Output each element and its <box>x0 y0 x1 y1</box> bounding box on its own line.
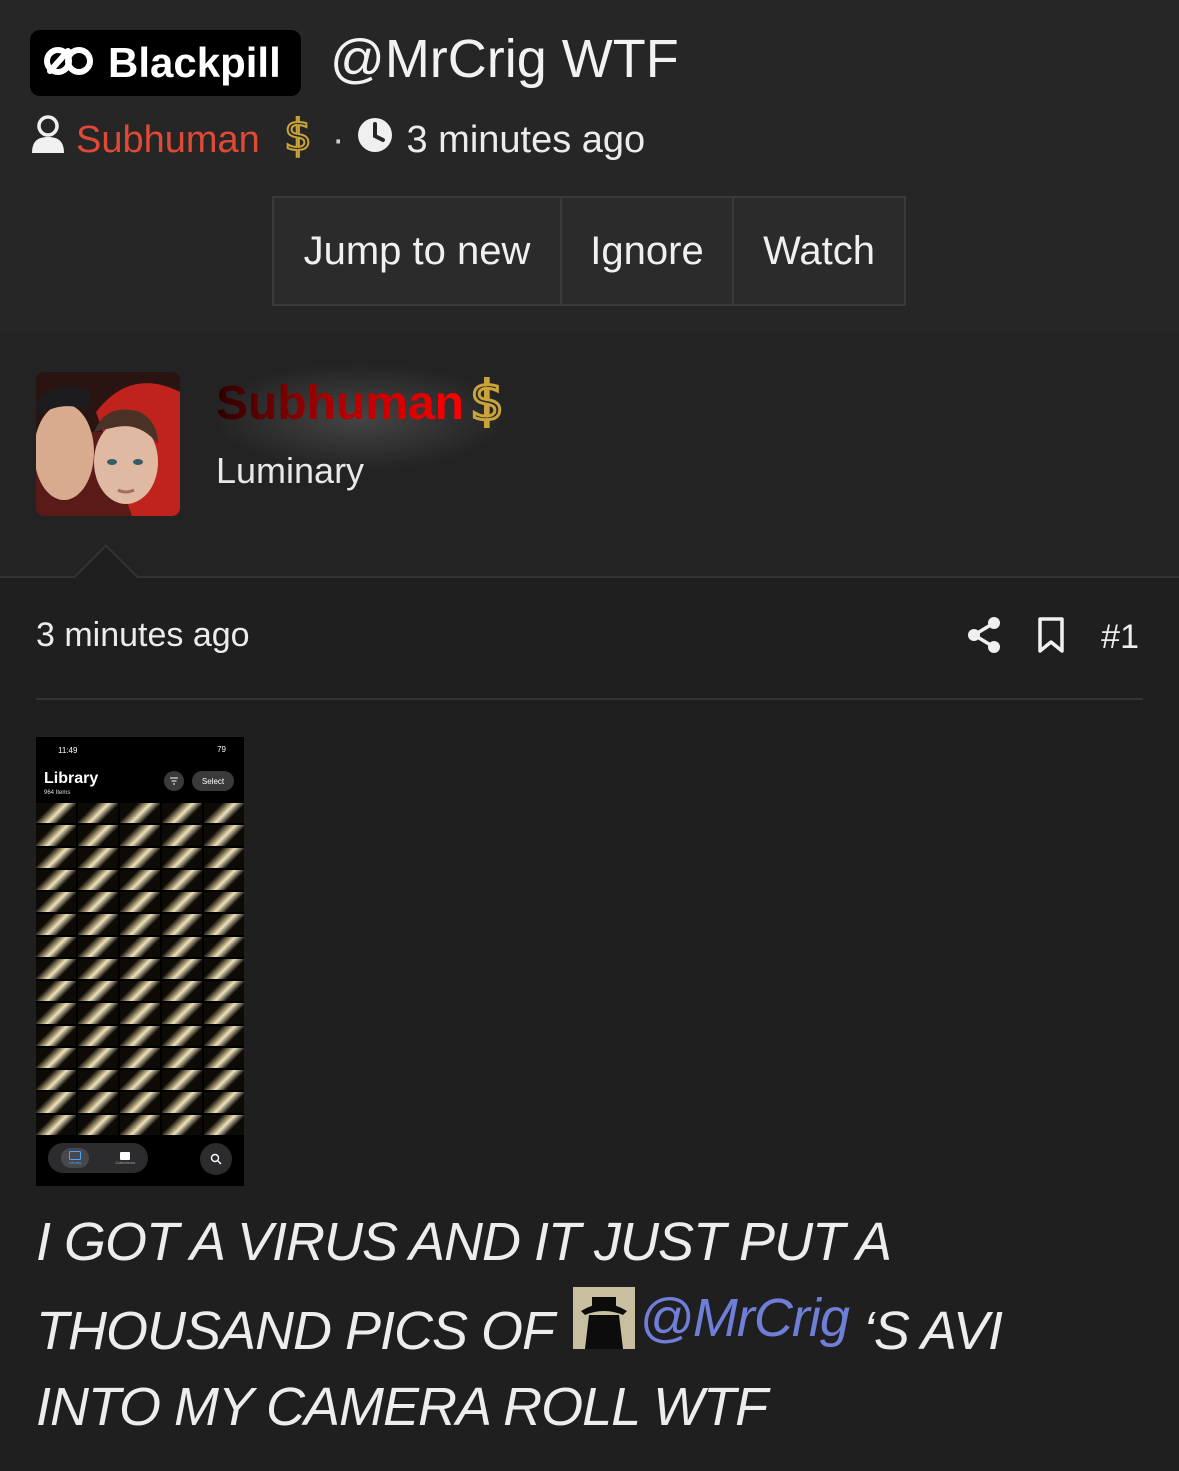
thread-header: Blackpill @MrCrig WTF Subhuman $ · 3 min… <box>0 0 1179 332</box>
dollar-icon: $ <box>466 369 508 435</box>
author-rank: Luminary <box>216 450 365 491</box>
ignore-button[interactable]: Ignore <box>562 198 734 304</box>
post-number[interactable]: #1 <box>1101 618 1139 657</box>
post-time[interactable]: 3 minutes ago <box>36 616 250 655</box>
mention-avatar <box>573 1287 636 1349</box>
mention-link[interactable]: @MrCrig <box>639 1280 850 1356</box>
screenshot-title: Library <box>44 770 99 787</box>
post-pointer-fill <box>74 547 138 579</box>
meta-separator: · <box>331 118 345 161</box>
share-icon[interactable] <box>967 616 1001 659</box>
post-author-name[interactable]: Subhuman <box>216 376 464 431</box>
clock-icon <box>356 116 394 164</box>
post-actions: #1 <box>967 612 1139 662</box>
screenshot-tab-library: Library <box>61 1148 90 1168</box>
screenshot-status-battery: 79 <box>217 745 226 754</box>
dollar-icon: $ <box>280 109 316 168</box>
thread-author-link[interactable]: Subhuman <box>76 119 260 162</box>
user-icon <box>30 115 66 165</box>
screenshot-tab-collections: Collections <box>115 1151 135 1165</box>
screenshot-select-button: Select <box>192 771 234 791</box>
screenshot-subtitle: 964 Items <box>44 790 71 796</box>
thread-meta: Subhuman $ · 3 minutes ago <box>30 109 646 168</box>
attached-screenshot[interactable]: 11:49 79 Library 964 Items Select Librar… <box>36 737 244 1186</box>
svg-text:$: $ <box>284 112 312 158</box>
screenshot-photo-grid <box>36 803 244 1135</box>
search-icon <box>200 1143 232 1175</box>
filter-icon <box>164 771 184 791</box>
screenshot-status-time: 11:49 <box>58 746 78 755</box>
post-divider <box>36 698 1143 700</box>
forum-badge[interactable]: Blackpill <box>30 30 301 96</box>
mention[interactable]: @MrCrig <box>567 1280 850 1356</box>
bookmark-icon[interactable] <box>1037 616 1065 659</box>
thread-time: 3 minutes ago <box>406 118 646 161</box>
screenshot-tab-bar: Library Collections <box>48 1143 148 1173</box>
svg-text:$: $ <box>470 372 504 428</box>
watch-button[interactable]: Watch <box>734 198 904 304</box>
author-avatar[interactable] <box>36 372 180 516</box>
thread-actions: Jump to new Ignore Watch <box>272 196 906 306</box>
blackpill-logo-icon <box>44 41 96 86</box>
jump-to-new-button[interactable]: Jump to new <box>274 198 562 304</box>
badge-label: Blackpill <box>108 39 281 86</box>
thread-title: @MrCrig WTF <box>330 29 679 89</box>
post-author-block: Subhuman $ Luminary <box>0 332 1179 578</box>
post-body: I GOT A VIRUS AND IT JUST PUT A THOUSAND… <box>36 1204 1136 1445</box>
